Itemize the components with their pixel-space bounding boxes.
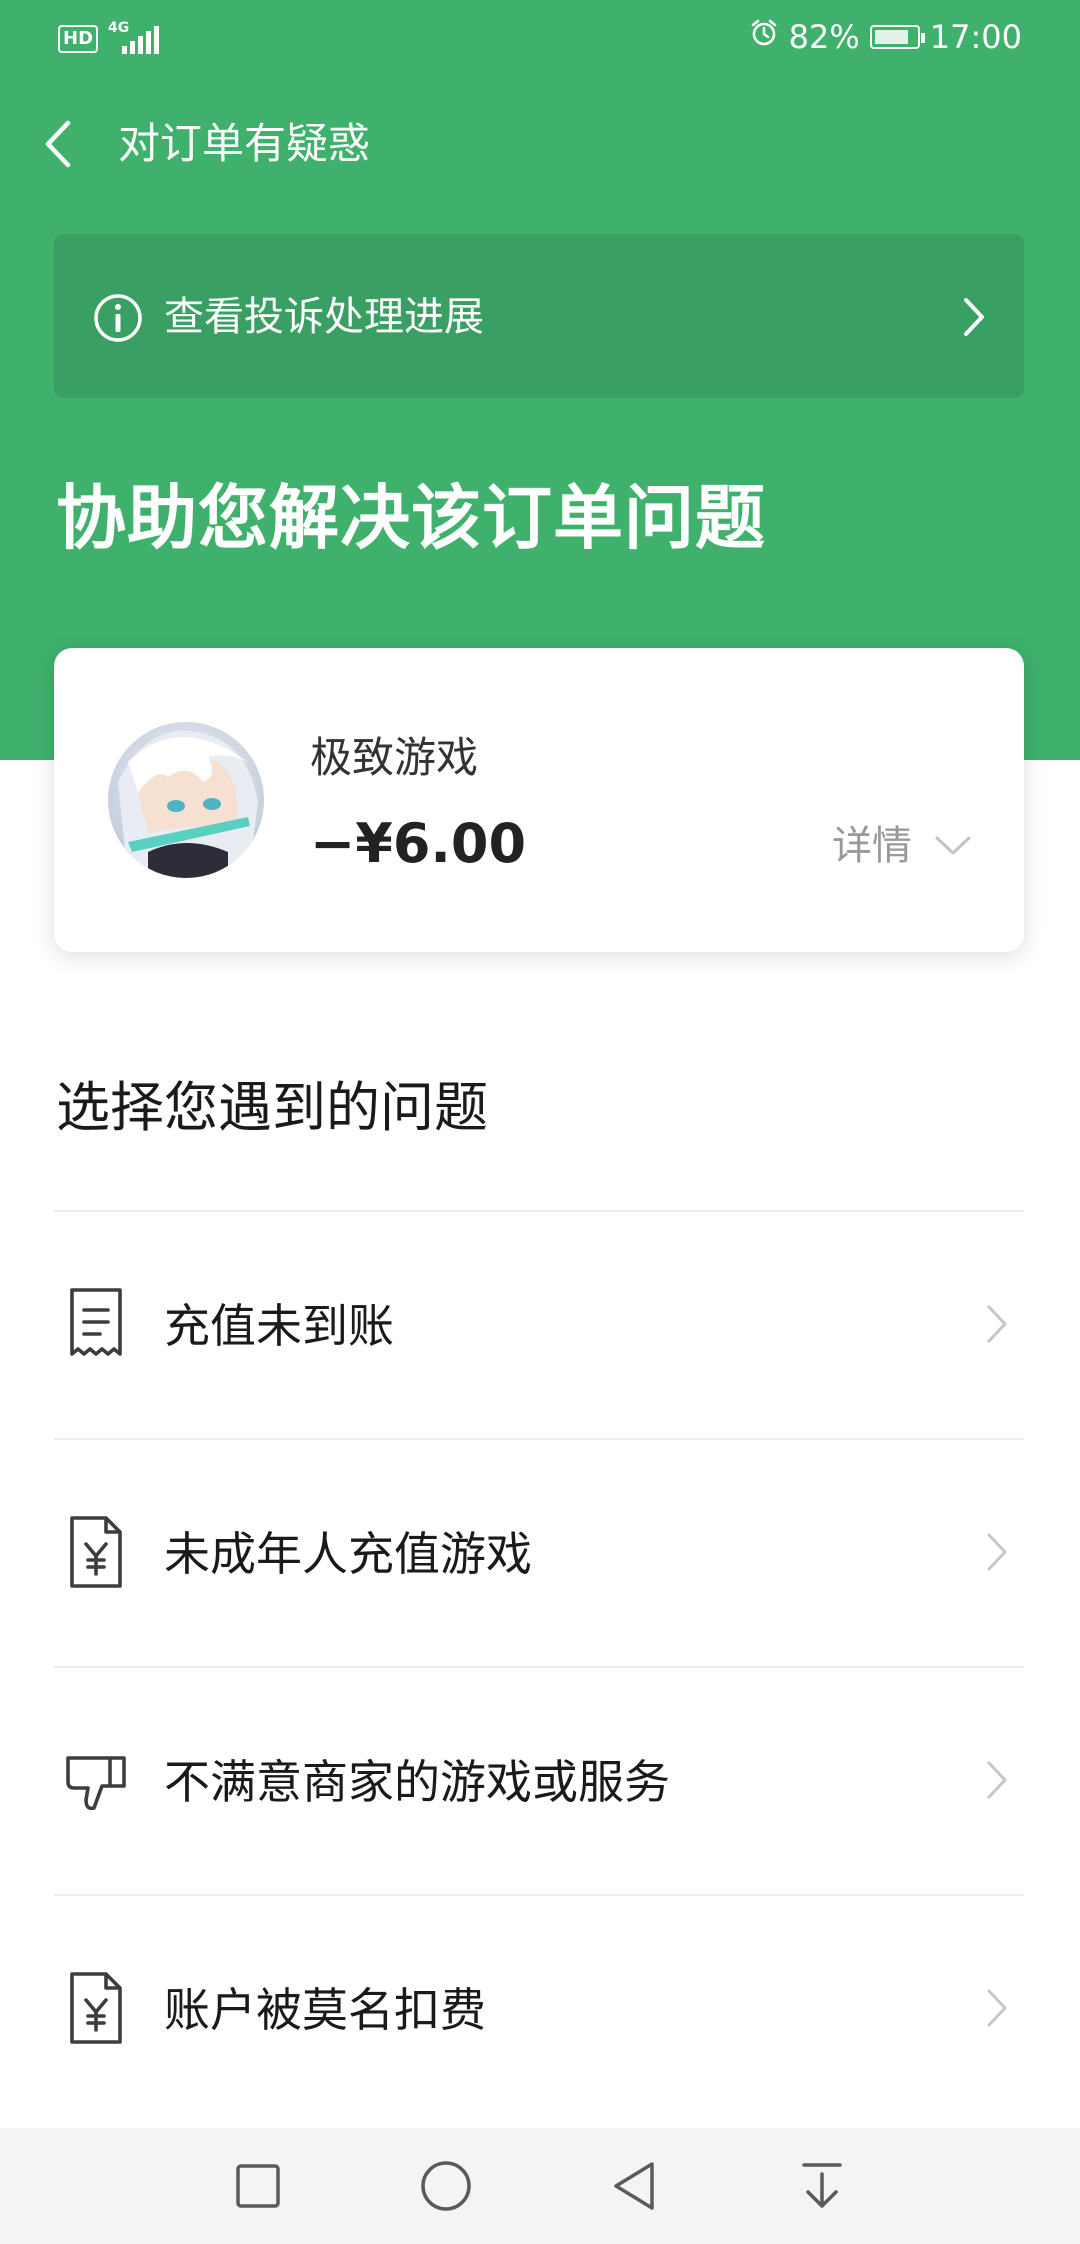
- problem-label: 未成年人充值游戏: [164, 1527, 532, 1581]
- complaint-progress-label: 查看投诉处理进展: [164, 294, 484, 340]
- problem-section-title: 选择您遇到的问题: [56, 1076, 488, 1139]
- nav-back-button[interactable]: [540, 2128, 728, 2244]
- chevron-right-icon: [987, 1305, 1007, 1343]
- home-button[interactable]: [352, 2128, 540, 2244]
- triangle-back-icon: [614, 2162, 654, 2210]
- back-button[interactable]: [36, 112, 80, 176]
- problem-row-recharge-not-received[interactable]: 充值未到账: [54, 1210, 1024, 1438]
- clock: 17:00: [929, 18, 1022, 56]
- yen-document-icon: [70, 1516, 122, 1588]
- status-bar: HD 4G 82% 17:00: [0, 0, 1080, 80]
- circle-icon: [421, 2161, 471, 2211]
- problem-label: 充值未到账: [164, 1299, 394, 1353]
- merchant-name: 极致游戏: [310, 733, 479, 782]
- square-icon: [236, 2164, 280, 2208]
- order-amount: −¥6.00: [310, 812, 527, 875]
- system-nav-bar: [0, 2128, 1080, 2244]
- battery-percent: 82%: [788, 18, 860, 56]
- yen-document-icon: [70, 1972, 122, 2044]
- notification-button[interactable]: [728, 2128, 916, 2244]
- alarm-icon: [749, 18, 779, 56]
- problem-list: 充值未到账 未成年人充值游戏 不满意商家的游戏或服务 账户被莫名扣费: [54, 1210, 1024, 2122]
- hero-title: 协助您解决该订单问题: [56, 477, 766, 559]
- details-label: 详情: [832, 823, 912, 869]
- chevron-down-icon: [935, 836, 971, 855]
- problem-row-unexplained-charge[interactable]: 账户被莫名扣费: [54, 1894, 1024, 2122]
- problem-label: 不满意商家的游戏或服务: [164, 1755, 670, 1809]
- recents-button[interactable]: [164, 2128, 352, 2244]
- info-icon: [94, 294, 142, 342]
- chevron-right-icon: [964, 298, 984, 336]
- page-title: 对订单有疑惑: [118, 119, 371, 168]
- complaint-progress-banner[interactable]: 查看投诉处理进展: [54, 234, 1024, 398]
- battery-icon: [869, 25, 925, 49]
- chevron-right-icon: [987, 1989, 1007, 2027]
- signal-icon: 4G: [108, 20, 160, 56]
- chevron-left-icon: [45, 120, 71, 168]
- hd-badge: HD: [58, 25, 99, 53]
- merchant-avatar: [108, 722, 264, 878]
- receipt-icon: [70, 1288, 122, 1356]
- problem-label: 账户被莫名扣费: [164, 1983, 486, 2037]
- chevron-right-icon: [987, 1761, 1007, 1799]
- order-card: 极致游戏 −¥6.00 详情: [54, 648, 1024, 952]
- chevron-right-icon: [987, 1533, 1007, 1571]
- problem-row-unsatisfied-service[interactable]: 不满意商家的游戏或服务: [54, 1666, 1024, 1894]
- thumbs-down-icon: [66, 1756, 126, 1811]
- details-toggle[interactable]: 详情: [832, 818, 972, 874]
- problem-row-minor-recharge[interactable]: 未成年人充值游戏: [54, 1438, 1024, 1666]
- pull-down-icon: [802, 2163, 842, 2208]
